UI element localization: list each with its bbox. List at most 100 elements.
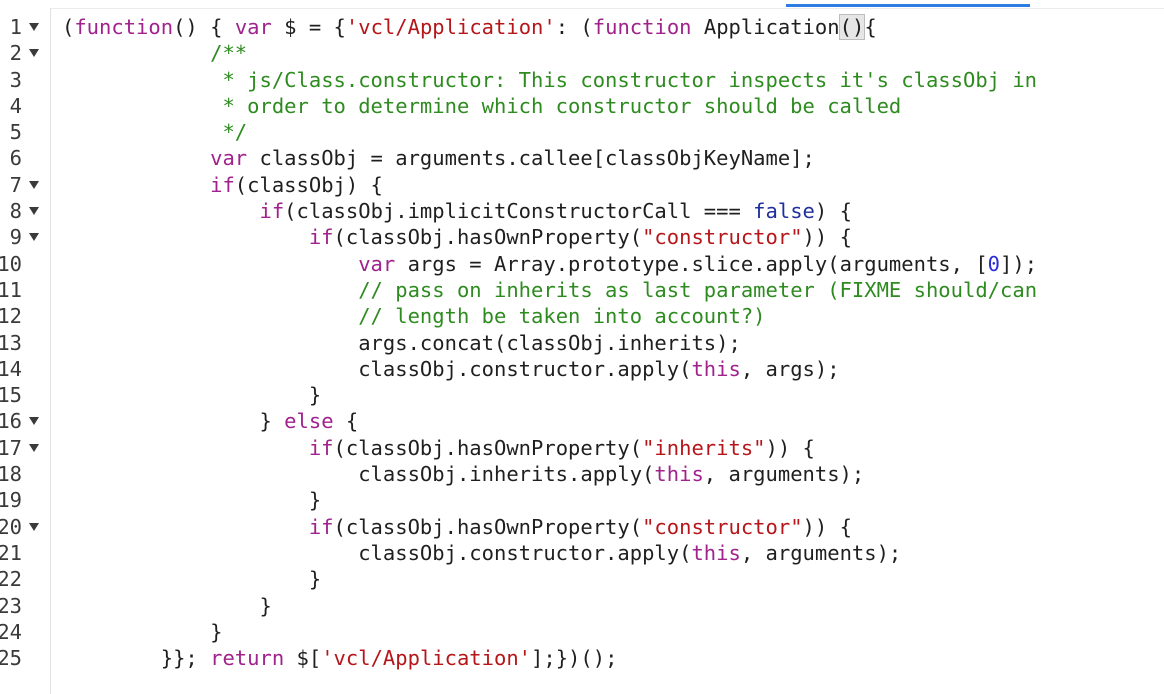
chevron-down-icon[interactable] xyxy=(29,23,39,31)
code-text[interactable]: /** xyxy=(62,40,247,66)
code-line[interactable]: 20 if(classObj.hasOwnProperty("construct… xyxy=(0,514,1164,540)
code-line[interactable]: 8 if(classObj.implicitConstructorCall ==… xyxy=(0,198,1164,224)
code-token: (classObj.hasOwnProperty( xyxy=(333,225,643,250)
code-line[interactable]: 16 } else { xyxy=(0,408,1164,434)
code-token: if xyxy=(308,435,334,460)
code-token: "constructor" xyxy=(642,225,803,250)
code-token: )) { xyxy=(802,225,852,250)
code-text[interactable]: * js/Class.constructor: This constructor… xyxy=(62,67,1037,93)
code-line[interactable]: 3 * js/Class.constructor: This construct… xyxy=(0,67,1164,93)
line-number: 1 xyxy=(9,15,22,39)
code-token: // pass on inherits as last parameter (F… xyxy=(358,277,1038,302)
code-text[interactable]: }}; return $['vcl/Application'];})(); xyxy=(62,645,618,671)
code-editor[interactable]: 1 (function() { var $ = {'vcl/Application… xyxy=(0,14,1164,671)
code-line[interactable]: 11 // pass on inherits as last parameter… xyxy=(0,277,1164,303)
code-line[interactable]: 25 }}; return $['vcl/Application'];})(); xyxy=(0,645,1164,671)
code-text[interactable]: } xyxy=(62,619,222,645)
line-number: 7 xyxy=(9,172,22,197)
code-token: else xyxy=(284,409,334,434)
code-line[interactable]: 13 args.concat(classObj.inherits); xyxy=(0,330,1164,356)
code-text[interactable]: var classObj = arguments.callee[classObj… xyxy=(62,145,815,171)
code-token: * order to determine which constructor s… xyxy=(210,93,902,118)
code-text[interactable]: } xyxy=(62,593,271,619)
code-token: ( xyxy=(62,15,75,39)
code-line[interactable]: 21 classObj.constructor.apply(this, argu… xyxy=(0,540,1164,566)
code-text[interactable]: var args = Array.prototype.slice.apply(a… xyxy=(62,251,1037,277)
line-number: 22 xyxy=(0,567,22,592)
code-text[interactable]: if(classObj.hasOwnProperty("constructor"… xyxy=(62,224,852,250)
code-token: )) { xyxy=(765,435,815,460)
chevron-down-icon[interactable] xyxy=(29,417,39,426)
scrollbar-thumb[interactable] xyxy=(786,4,1030,7)
code-text[interactable]: if(classObj.implicitConstructorCall === … xyxy=(62,198,852,224)
code-line[interactable]: 17 if(classObj.hasOwnProperty("inherits"… xyxy=(0,435,1164,461)
code-line[interactable]: 22 } xyxy=(0,566,1164,592)
code-token: classObj.constructor.apply( xyxy=(62,540,692,565)
code-token: ) { xyxy=(814,199,852,224)
code-line[interactable]: 14 classObj.constructor.apply(this, args… xyxy=(0,356,1164,382)
code-text[interactable]: } xyxy=(62,487,321,513)
horizontal-scrollbar[interactable] xyxy=(0,0,1164,9)
code-text[interactable]: } else { xyxy=(62,408,358,434)
code-token: } xyxy=(62,619,223,644)
code-token: , arguments); xyxy=(703,462,865,487)
code-text[interactable]: */ xyxy=(62,119,247,145)
code-line[interactable]: 2 /** xyxy=(0,40,1164,66)
code-text[interactable]: // length be taken into account?) xyxy=(62,303,766,329)
code-line[interactable]: 1 (function() { var $ = {'vcl/Application… xyxy=(0,14,1164,40)
code-line[interactable]: 7 if(classObj) { xyxy=(0,172,1164,198)
chevron-down-icon[interactable] xyxy=(29,443,39,452)
code-text[interactable]: if(classObj) { xyxy=(62,172,383,198)
code-token: // length be taken into account?) xyxy=(358,304,766,329)
code-text[interactable]: (function() { var $ = {'vcl/Application'… xyxy=(62,14,877,40)
code-token: if xyxy=(210,172,235,197)
code-text[interactable]: if(classObj.hasOwnProperty("inherits")) … xyxy=(62,435,815,461)
line-number: 5 xyxy=(9,120,22,145)
code-token: if xyxy=(308,225,334,250)
code-text[interactable]: } xyxy=(62,566,321,592)
code-line[interactable]: 9 if(classObj.hasOwnProperty("constructo… xyxy=(0,224,1164,250)
chevron-down-icon[interactable] xyxy=(29,522,39,531)
chevron-down-icon[interactable] xyxy=(29,207,39,216)
chevron-down-icon[interactable] xyxy=(29,233,39,242)
code-line[interactable]: 19 } xyxy=(0,487,1164,513)
code-token: ];})(); xyxy=(531,646,618,671)
code-line[interactable]: 23 } xyxy=(0,593,1164,619)
code-text[interactable]: classObj.inherits.apply(this, arguments)… xyxy=(62,461,864,487)
code-token: return xyxy=(210,646,285,671)
code-line[interactable]: 12 // length be taken into account?) xyxy=(0,303,1164,329)
line-number: 25 xyxy=(0,646,22,671)
code-text[interactable]: } xyxy=(62,382,321,408)
code-line[interactable]: 5 */ xyxy=(0,119,1164,145)
chevron-down-icon[interactable] xyxy=(29,49,39,58)
code-token: function xyxy=(74,15,174,39)
code-line[interactable]: 15 } xyxy=(0,382,1164,408)
code-text[interactable]: classObj.constructor.apply(this, argumen… xyxy=(62,540,901,566)
code-line[interactable]: 10 var args = Array.prototype.slice.appl… xyxy=(0,251,1164,277)
code-token: { xyxy=(864,15,877,39)
code-text[interactable]: classObj.constructor.apply(this, args); xyxy=(62,356,839,382)
code-text[interactable]: // pass on inherits as last parameter (F… xyxy=(62,277,1037,303)
code-text[interactable]: if(classObj.hasOwnProperty("constructor"… xyxy=(62,514,852,540)
line-number: 20 xyxy=(0,514,22,539)
code-line[interactable]: 24 } xyxy=(0,619,1164,645)
code-text[interactable]: * order to determine which constructor s… xyxy=(62,93,901,119)
line-number: 4 xyxy=(9,93,22,118)
code-line[interactable]: 4 * order to determine which constructor… xyxy=(0,93,1164,119)
code-token: } xyxy=(62,409,285,434)
code-line[interactable]: 6 var classObj = arguments.callee[classO… xyxy=(0,145,1164,171)
code-token: function xyxy=(592,15,692,39)
code-token: } xyxy=(62,383,322,408)
chevron-down-icon[interactable] xyxy=(29,180,39,189)
line-number: 3 xyxy=(9,67,22,92)
code-token: (classObj.implicitConstructorCall === xyxy=(284,199,754,224)
code-line[interactable]: 18 classObj.inherits.apply(this, argumen… xyxy=(0,461,1164,487)
code-token: }}; xyxy=(62,646,211,671)
code-token: , arguments); xyxy=(740,540,902,565)
code-text[interactable]: args.concat(classObj.inherits); xyxy=(62,330,741,356)
